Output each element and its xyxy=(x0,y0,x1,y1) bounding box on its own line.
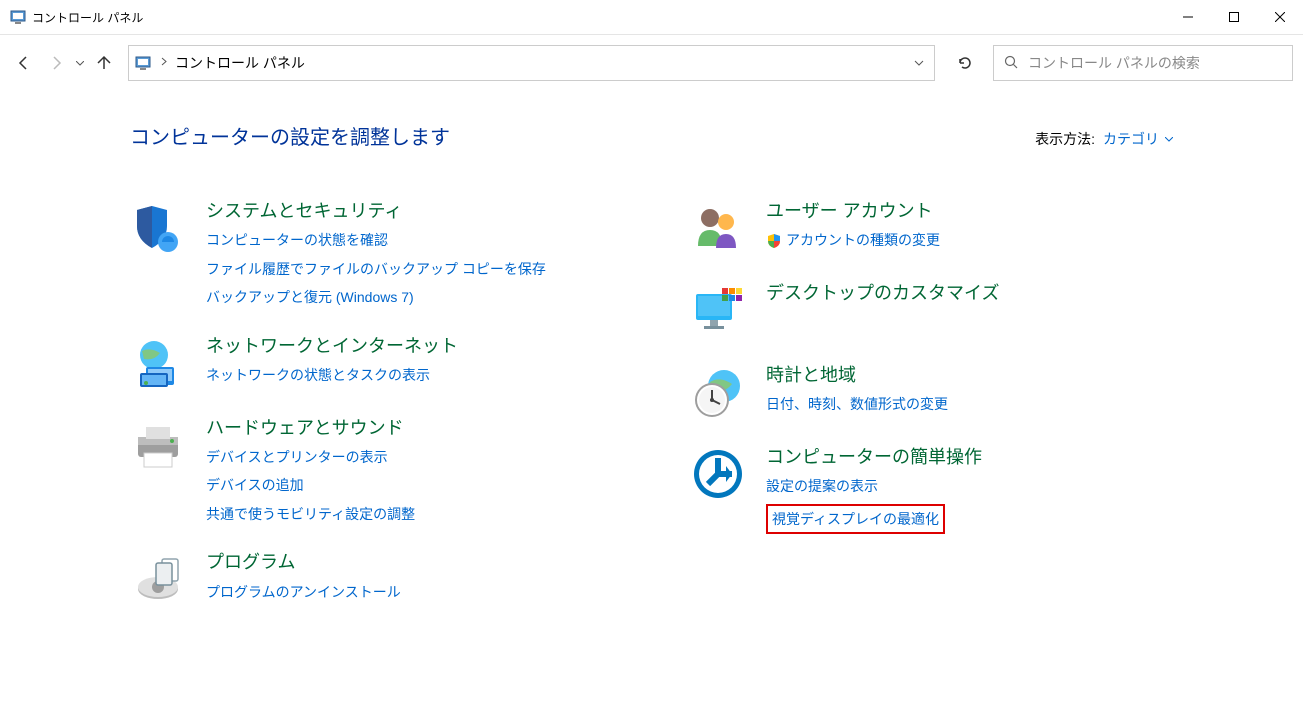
category-title[interactable]: システムとセキュリティ xyxy=(206,200,546,223)
category-link[interactable]: 日付、時刻、数値形式の変更 xyxy=(766,393,948,415)
category-link[interactable]: デバイスの追加 xyxy=(206,474,415,496)
search-input[interactable] xyxy=(1028,55,1292,71)
navbar: コントロール パネル xyxy=(0,35,1303,91)
search-bar[interactable] xyxy=(993,45,1293,81)
category-link[interactable]: コンピューターの状態を確認 xyxy=(206,229,546,251)
category-link[interactable]: デバイスとプリンターの表示 xyxy=(206,446,415,468)
category-link[interactable]: 共通で使うモビリティ設定の調整 xyxy=(206,503,415,525)
globe-network-icon[interactable] xyxy=(130,335,186,391)
close-button[interactable] xyxy=(1257,0,1303,34)
view-mode-label: 表示方法: xyxy=(1035,129,1095,149)
category-link[interactable]: ネットワークの状態とタスクの表示 xyxy=(206,364,458,386)
view-mode: 表示方法: カテゴリ xyxy=(1035,129,1173,149)
category-title[interactable]: ネットワークとインターネット xyxy=(206,335,458,358)
view-mode-value: カテゴリ xyxy=(1103,129,1159,149)
category-programs: プログラム プログラムのアンインストール xyxy=(130,551,610,607)
category-clock-region: 時計と地域 日付、時刻、数値形式の変更 xyxy=(690,364,1170,420)
category-link[interactable]: アカウントの種類の変更 xyxy=(766,229,940,251)
content-area: コンピューターの設定を調整します 表示方法: カテゴリ システムとセキュリティ … xyxy=(0,91,1303,627)
page-heading: コンピューターの設定を調整します xyxy=(130,121,450,150)
category-user-accounts: ユーザー アカウント アカウントの種類の変更 xyxy=(690,200,1170,256)
desktop-customize-icon[interactable] xyxy=(690,282,746,338)
forward-button[interactable] xyxy=(42,49,70,77)
category-link[interactable]: ファイル履歴でファイルのバックアップ コピーを保存 xyxy=(206,258,546,280)
category-network: ネットワークとインターネット ネットワークの状態とタスクの表示 xyxy=(130,335,610,391)
category-link[interactable]: バックアップと復元 (Windows 7) xyxy=(206,286,546,308)
breadcrumb-bar[interactable]: コントロール パネル xyxy=(128,45,935,81)
category-title[interactable]: 時計と地域 xyxy=(766,364,948,387)
chevron-down-icon xyxy=(1165,134,1173,145)
back-button[interactable] xyxy=(10,49,38,77)
search-icon xyxy=(1004,55,1018,72)
up-button[interactable] xyxy=(90,49,118,77)
window-controls xyxy=(1165,0,1303,34)
printer-icon[interactable] xyxy=(130,417,186,473)
refresh-button[interactable] xyxy=(947,45,983,81)
breadcrumb-sep-icon[interactable] xyxy=(159,57,169,69)
shield-icon[interactable] xyxy=(130,200,186,256)
category-column-right: ユーザー アカウント アカウントの種類の変更 デスクトップのカスタマイズ xyxy=(690,200,1170,607)
page-header-row: コンピューターの設定を調整します 表示方法: カテゴリ xyxy=(130,121,1303,150)
maximize-button[interactable] xyxy=(1211,0,1257,34)
window-title: コントロール パネル xyxy=(32,9,143,26)
titlebar: コントロール パネル xyxy=(0,0,1303,35)
category-title[interactable]: プログラム xyxy=(206,551,401,574)
category-column-left: システムとセキュリティ コンピューターの状態を確認 ファイル履歴でファイルのバッ… xyxy=(130,200,610,607)
breadcrumb-current[interactable]: コントロール パネル xyxy=(169,49,311,77)
category-link-highlighted[interactable]: 視覚ディスプレイの最適化 xyxy=(766,504,945,534)
uac-shield-icon xyxy=(766,233,782,249)
category-desktop-customize: デスクトップのカスタマイズ xyxy=(690,282,1170,338)
category-system-security: システムとセキュリティ コンピューターの状態を確認 ファイル履歴でファイルのバッ… xyxy=(130,200,610,309)
clock-globe-icon[interactable] xyxy=(690,364,746,420)
control-panel-icon xyxy=(135,54,153,72)
category-link[interactable]: プログラムのアンインストール xyxy=(206,581,401,603)
category-title[interactable]: デスクトップのカスタマイズ xyxy=(766,282,999,305)
category-ease-of-access: コンピューターの簡単操作 設定の提案の表示 視覚ディスプレイの最適化 xyxy=(690,446,1170,534)
control-panel-icon xyxy=(10,9,26,25)
minimize-button[interactable] xyxy=(1165,0,1211,34)
category-title[interactable]: ハードウェアとサウンド xyxy=(206,417,415,440)
view-mode-dropdown[interactable]: カテゴリ xyxy=(1103,129,1173,149)
breadcrumb-dropdown-icon[interactable] xyxy=(904,52,934,75)
recent-locations-dropdown[interactable] xyxy=(74,53,86,74)
category-link[interactable]: 設定の提案の表示 xyxy=(766,475,982,497)
category-title[interactable]: コンピューターの簡単操作 xyxy=(766,446,982,469)
category-link-label: アカウントの種類の変更 xyxy=(786,229,940,251)
programs-icon[interactable] xyxy=(130,551,186,607)
category-hardware-sound: ハードウェアとサウンド デバイスとプリンターの表示 デバイスの追加 共通で使うモ… xyxy=(130,417,610,526)
category-grid: システムとセキュリティ コンピューターの状態を確認 ファイル履歴でファイルのバッ… xyxy=(130,200,1303,607)
category-title[interactable]: ユーザー アカウント xyxy=(766,200,940,223)
user-accounts-icon[interactable] xyxy=(690,200,746,256)
ease-of-access-icon[interactable] xyxy=(690,446,746,502)
